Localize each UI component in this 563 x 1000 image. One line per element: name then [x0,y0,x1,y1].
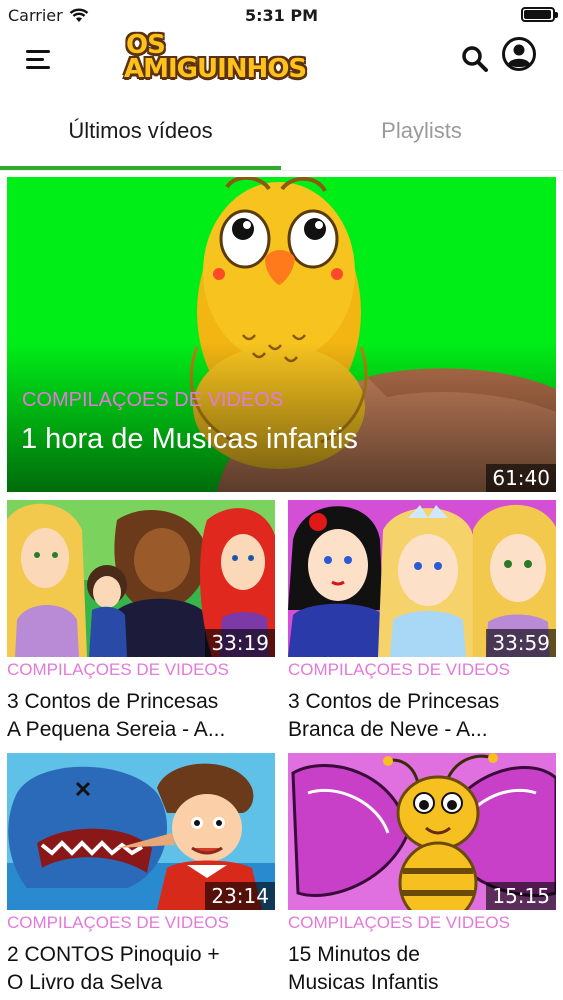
video-thumbnail: 15:15 [288,753,556,910]
video-duration: 33:59 [486,629,556,657]
app-header: OS AMIGUINHOS [0,30,563,96]
video-thumbnail: 23:14 [7,753,275,910]
search-icon [462,46,488,72]
video-thumbnail: 33:19 [7,500,275,657]
video-duration: 15:15 [486,882,556,910]
video-title-line: 15 Minutos de [288,943,420,966]
app-logo: OS AMIGUINHOS [124,30,314,92]
search-button[interactable] [458,42,492,76]
hamburger-menu-icon [26,50,50,53]
status-time: 5:31 PM [244,6,318,25]
video-card[interactable]: 33:19 COMPILAÇOES DE VIDEOS 3 Contos de … [7,500,275,750]
video-category: COMPILAÇOES DE VIDEOS [7,660,229,679]
video-title-line: 2 CONTOS Pinoquio + [7,943,220,966]
featured-title: 1 hora de Musicas infantis [21,423,358,455]
video-duration: 33:19 [205,629,275,657]
tab-latest-videos[interactable]: Últimos vídeos [0,96,281,166]
hamburger-menu-icon [26,58,44,61]
video-thumbnail: 33:59 [288,500,556,657]
video-category: COMPILAÇOES DE VIDEOS [288,660,510,679]
video-title: 15 Minutos de Musicas Infantis [288,941,556,997]
video-card[interactable]: 23:14 COMPILAÇOES DE VIDEOS 2 CONTOS Pin… [7,753,275,1000]
featured-video-card[interactable]: COMPILAÇOES DE VIDEOS 1 hora de Musicas … [7,177,556,492]
featured-overlay [7,342,556,492]
video-title: 3 Contos de Princesas A Pequena Sereia -… [7,688,275,744]
menu-button[interactable] [22,44,56,74]
video-card[interactable]: 15:15 COMPILAÇOES DE VIDEOS 15 Minutos d… [288,753,556,1000]
video-title-line: Musicas Infantis [288,971,439,994]
video-title-line: O Livro da Selva [7,971,163,994]
battery-icon [521,7,558,22]
hamburger-menu-icon [26,66,50,69]
video-title: 3 Contos de Princesas Branca de Neve - A… [288,688,556,744]
video-category: COMPILAÇOES DE VIDEOS [288,913,510,932]
video-title-line: 3 Contos de Princesas [7,690,219,713]
status-bar: Carrier 5:31 PM [0,0,563,30]
logo-text-bottom: AMIGUINHOS [124,54,307,84]
video-duration: 23:14 [205,882,275,910]
account-button[interactable] [499,36,539,76]
battery-level [524,10,551,19]
video-title-line: A Pequena Sereia - A... [7,718,226,741]
video-title-line: 3 Contos de Princesas [288,690,500,713]
tab-bar: Últimos vídeos Playlists [0,96,563,172]
video-category: COMPILAÇOES DE VIDEOS [7,913,229,932]
featured-category: COMPILAÇOES DE VIDEOS [22,389,284,411]
account-icon [502,37,536,71]
video-card[interactable]: 33:59 COMPILAÇOES DE VIDEOS 3 Contos de … [288,500,556,750]
tab-playlists[interactable]: Playlists [281,96,562,166]
video-title: 2 CONTOS Pinoquio + O Livro da Selva [7,941,275,997]
tab-divider [0,170,563,171]
video-title-line: Branca de Neve - A... [288,718,488,741]
featured-duration: 61:40 [486,464,556,492]
